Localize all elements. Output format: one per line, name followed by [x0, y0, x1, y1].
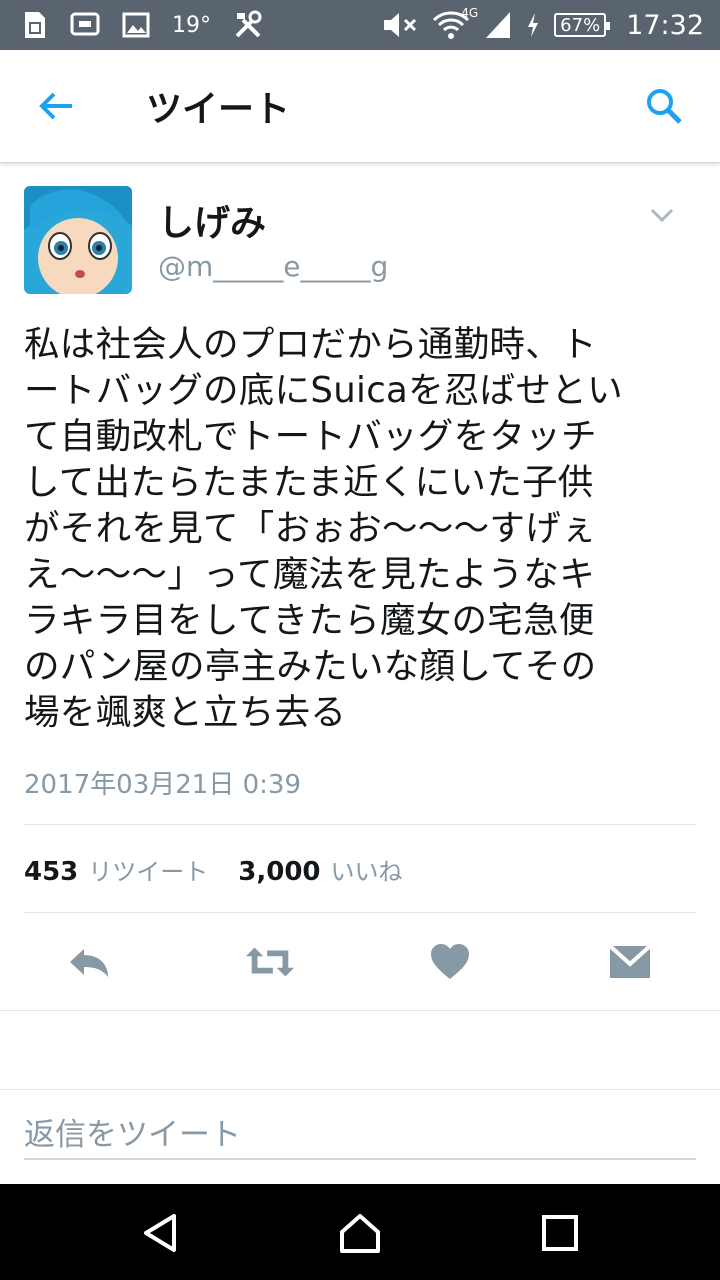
square-recents-icon	[542, 1215, 578, 1251]
retweet-label[interactable]: リツイート	[88, 852, 208, 887]
reply-icon	[70, 949, 108, 977]
temperature-text: 19°	[172, 12, 211, 38]
page-title: ツイート	[146, 89, 291, 130]
image-icon	[122, 10, 150, 40]
retweet-count[interactable]: 453	[24, 857, 78, 887]
section-spacer	[0, 1010, 720, 1090]
retweet-button[interactable]	[244, 940, 296, 984]
retweet-icon	[245, 947, 295, 977]
tweet-timestamp: 2017年03月21日 0:39	[24, 770, 301, 800]
app-header: ツイート	[0, 50, 720, 163]
clock: 17:32	[626, 9, 704, 41]
battery-indicator: 67%	[554, 13, 611, 37]
like-count[interactable]: 3,000	[238, 857, 320, 887]
tweet-menu-button[interactable]	[648, 204, 676, 226]
back-arrow-icon	[39, 92, 72, 120]
tweet-text: 私は社会人のプロだから通勤時、ト ートバッグの底にSuicaを忍ばせとい て自動…	[24, 324, 623, 733]
display-name[interactable]: しげみ	[158, 194, 266, 246]
mute-icon	[382, 10, 418, 40]
chevron-down-icon	[650, 208, 674, 222]
heart-icon	[431, 944, 469, 979]
message-icon	[608, 944, 652, 978]
search-icon	[647, 89, 682, 124]
divider	[24, 824, 696, 825]
wifi-icon: 4G	[432, 6, 478, 40]
nav-back-button[interactable]	[135, 1208, 185, 1258]
like-label[interactable]: いいね	[331, 852, 403, 887]
tweet-stats: 453 リツイート 3,000 いいね	[24, 852, 433, 887]
user-handle[interactable]: @m_____e_____g	[158, 250, 388, 283]
back-button[interactable]	[36, 88, 76, 124]
network-type-label: 4G	[461, 6, 479, 20]
tools-icon	[233, 10, 263, 40]
reply-button[interactable]	[64, 940, 116, 984]
status-bar: 19° 4G 67% 17:32	[0, 0, 720, 50]
divider	[24, 912, 696, 913]
search-button[interactable]	[644, 86, 684, 126]
system-nav-bar	[0, 1184, 720, 1280]
tweet-actions	[0, 930, 720, 994]
home-icon	[340, 1214, 380, 1253]
cast-icon	[70, 10, 100, 40]
avatar[interactable]	[24, 186, 132, 294]
direct-message-button[interactable]	[604, 940, 656, 984]
nav-recents-button[interactable]	[535, 1208, 585, 1258]
triangle-back-icon	[144, 1214, 176, 1252]
like-button[interactable]	[424, 940, 476, 984]
sim-card-icon	[22, 10, 48, 40]
charging-icon	[526, 10, 540, 40]
signal-icon	[484, 10, 512, 40]
nav-home-button[interactable]	[335, 1208, 385, 1258]
reply-input[interactable]	[24, 1112, 696, 1160]
